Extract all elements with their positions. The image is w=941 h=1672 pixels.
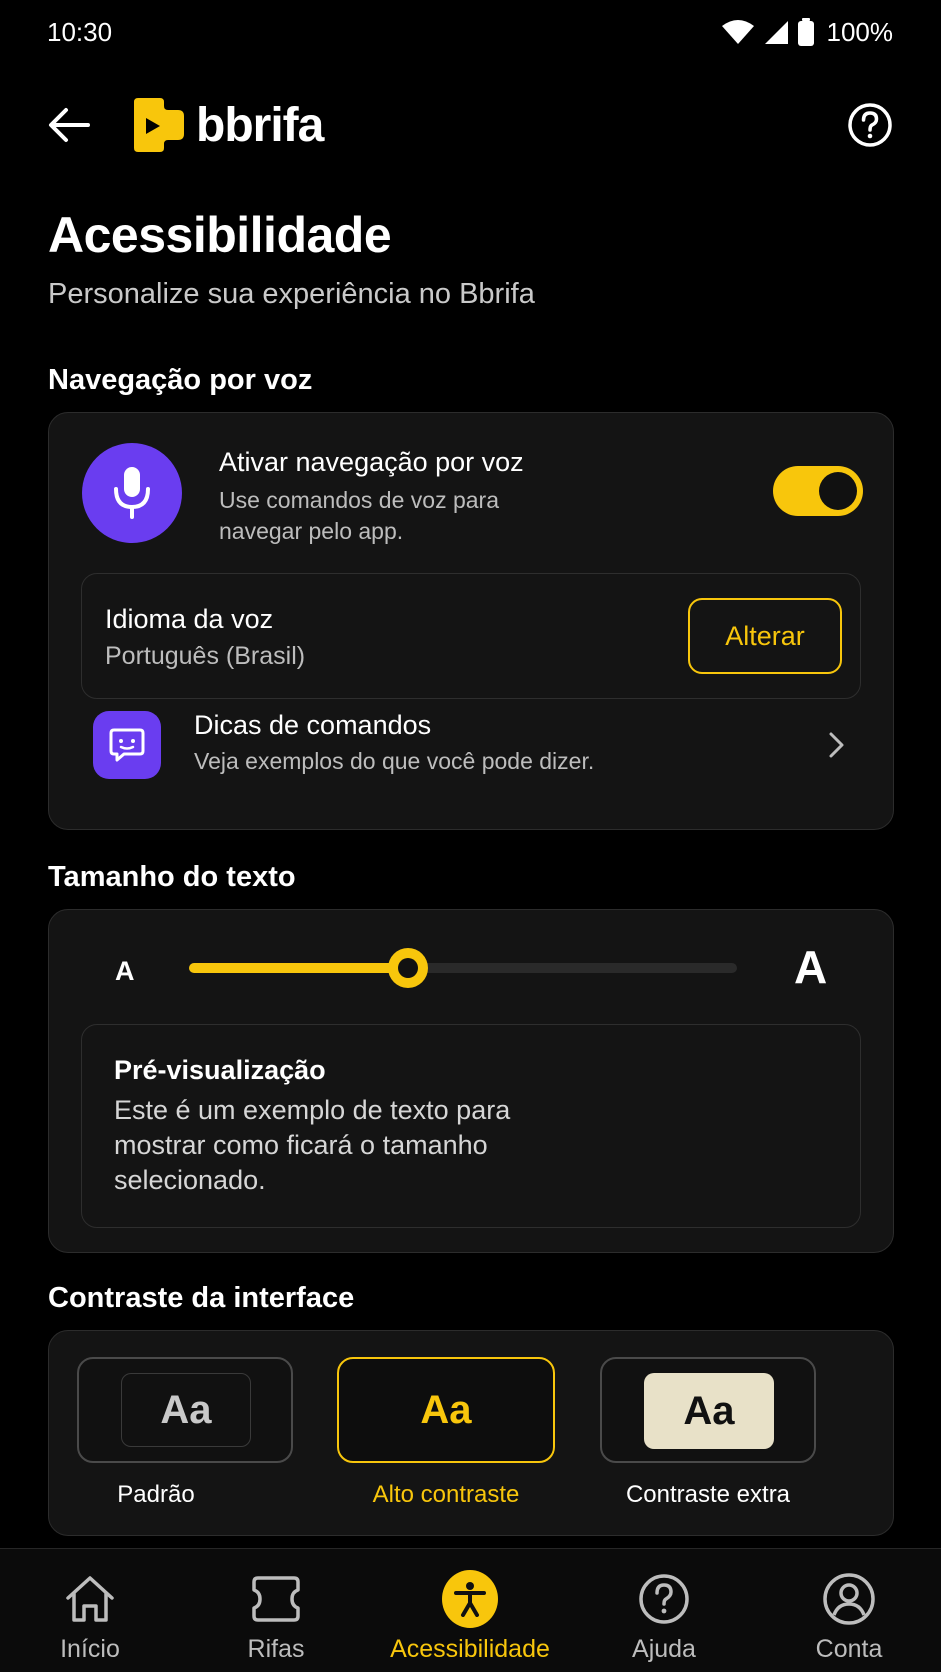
contrast-option-high[interactable]: Aa (337, 1357, 555, 1463)
voice-language-title: Idioma da voz (105, 604, 274, 634)
nav-label-home: Início (60, 1635, 120, 1663)
help-icon (636, 1571, 692, 1627)
voice-language-box: Idioma da voz Português (Brasil) Alterar (81, 573, 861, 699)
contrast-option-extra[interactable]: Aa (600, 1357, 816, 1463)
text-size-slider[interactable] (189, 948, 737, 988)
nav-item-accessibility[interactable]: Acessibilidade (380, 1549, 560, 1672)
status-time: 10:30 (47, 17, 113, 47)
voice-toggle-title: Ativar navegação por voz (219, 447, 524, 477)
text-size-section-title: Tamanho do texto (48, 861, 296, 893)
nav-label-help: Ajuda (632, 1635, 696, 1663)
chat-icon-badge (93, 711, 161, 779)
nav-item-home[interactable]: Início (0, 1549, 180, 1672)
status-bar: 10:30 100% (0, 0, 941, 66)
toggle-knob (819, 472, 857, 510)
nav-item-account[interactable]: Conta (759, 1549, 939, 1672)
text-size-card: A A Pré-visualização Este é um exemplo d… (48, 909, 894, 1253)
app-logo: bbrifa (130, 94, 324, 156)
voice-navigation-toggle[interactable] (773, 466, 863, 516)
logo-text: bbrifa (196, 98, 324, 152)
preview-text: Este é um exemplo de texto para mostrar … (114, 1095, 511, 1195)
home-icon (62, 1571, 118, 1627)
page-subtitle: Personalize sua experiência no Bbrifa (48, 278, 535, 310)
text-size-small-label: A (115, 956, 135, 986)
battery-level: 100% (826, 16, 894, 47)
voice-toggle-description: Use comandos de voz para navegar pelo ap… (219, 487, 499, 544)
account-icon (821, 1571, 877, 1627)
status-icons: 100% (721, 16, 894, 48)
page-title: Acessibilidade (48, 207, 392, 263)
contrast-sample-default: Aa (121, 1373, 251, 1447)
back-button[interactable] (44, 100, 94, 150)
accessibility-icon (442, 1570, 498, 1628)
help-button[interactable] (847, 102, 893, 148)
preview-title: Pré-visualização (114, 1055, 326, 1085)
slider-fill (189, 963, 409, 973)
wifi-icon (721, 20, 754, 44)
signal-icon (764, 21, 788, 44)
nav-label-accessibility: Acessibilidade (390, 1635, 550, 1663)
nav-item-raffles[interactable]: Rifas (186, 1549, 366, 1672)
text-size-large-label: A (794, 941, 828, 993)
ticket-logo-icon (134, 98, 184, 152)
contrast-section-title: Contraste da interface (48, 1282, 355, 1314)
contrast-label-extra: Contraste extra (625, 1481, 791, 1508)
slider-thumb[interactable] (388, 948, 429, 988)
battery-icon (797, 18, 814, 46)
nav-label-raffles: Rifas (247, 1635, 305, 1663)
command-tips-description: Veja exemplos do que você pode dizer. (194, 748, 595, 774)
contrast-option-default[interactable]: Aa (77, 1357, 293, 1463)
arrow-left-icon (49, 108, 90, 142)
chevron-right-icon (829, 732, 844, 758)
contrast-label-high: Alto contraste (372, 1481, 520, 1508)
voice-language-value: Português (Brasil) (105, 642, 306, 670)
ticket-icon (248, 1571, 304, 1627)
text-preview-box: Pré-visualização Este é um exemplo de te… (81, 1024, 861, 1228)
nav-label-account: Conta (815, 1635, 883, 1663)
accessibility-active-indicator (442, 1570, 498, 1628)
slider-thumb-center (398, 958, 419, 978)
contrast-card: Aa Padrão Aa Alto contraste Aa Contraste… (48, 1330, 894, 1536)
change-language-button[interactable]: Alterar (688, 598, 842, 674)
chat-bubble-icon (109, 728, 145, 762)
contrast-sample-high: Aa (420, 1387, 472, 1432)
command-tips-title: Dicas de comandos (194, 710, 432, 740)
microphone-icon (114, 467, 150, 519)
bottom-navigation: Início Rifas Acessibilidade Ajuda Conta (0, 1548, 941, 1672)
contrast-sample-extra: Aa (644, 1373, 774, 1449)
nav-item-help[interactable]: Ajuda (574, 1549, 754, 1672)
top-bar: bbrifa (0, 88, 941, 160)
command-tips-row[interactable]: Dicas de comandos Veja exemplos do que v… (49, 708, 895, 808)
voice-navigation-card: Ativar navegação por voz Use comandos de… (48, 412, 894, 830)
microphone-icon-badge (82, 443, 182, 543)
contrast-label-default: Padrão (117, 1481, 195, 1508)
question-circle-icon (848, 103, 892, 147)
voice-section-title: Navegação por voz (48, 364, 313, 396)
